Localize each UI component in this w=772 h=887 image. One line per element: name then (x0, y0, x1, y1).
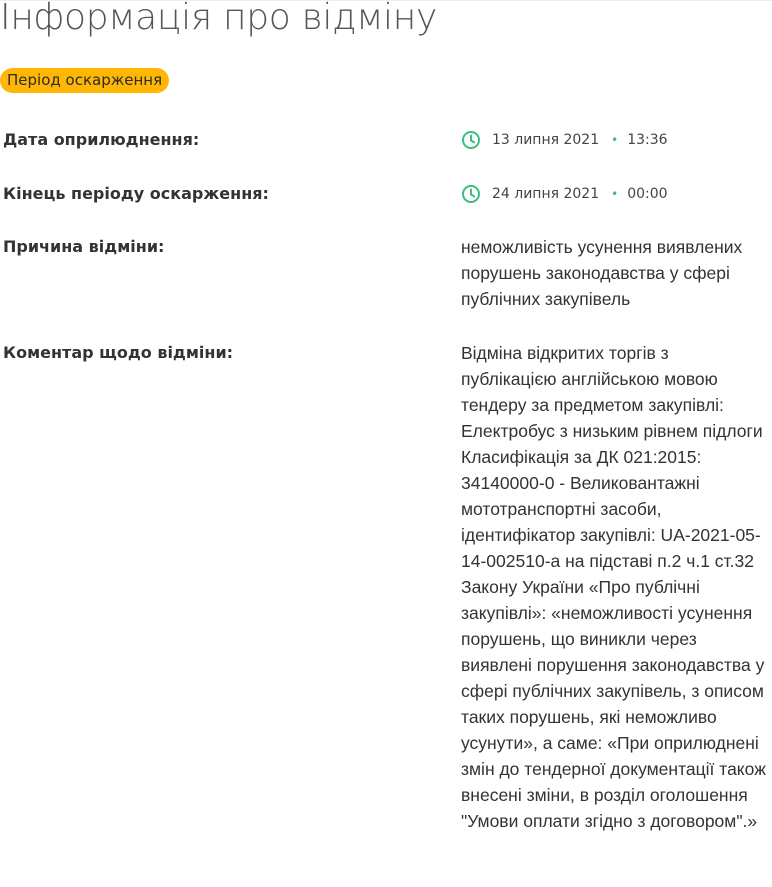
date-time-separator: • (611, 187, 619, 201)
cancellation-reason-value: неможливість усунення виявлених порушень… (461, 237, 743, 309)
page-title: Інформація про відміну (0, 0, 438, 38)
clock-icon (461, 184, 481, 204)
complaint-end-date: 24 липня 2021 (492, 186, 600, 202)
cancellation-comment-label: Коментар щодо відміни: (3, 343, 234, 362)
published-date: 13 липня 2021 (492, 132, 600, 148)
published-time: 13:36 (627, 132, 668, 148)
published-date-value: 13 липня 2021 • 13:36 (461, 129, 668, 151)
complaint-end-value: 24 липня 2021 • 00:00 (461, 183, 668, 205)
status-badge: Період оскарження (0, 68, 170, 93)
cancellation-reason-label: Причина відміни: (3, 237, 165, 256)
date-time-separator: • (611, 133, 619, 147)
published-date-label: Дата оприлюднення: (3, 130, 200, 149)
complaint-end-label: Кінець періоду оскарження: (3, 184, 269, 203)
complaint-end-time: 00:00 (627, 186, 668, 202)
clock-icon (461, 130, 481, 150)
cancellation-comment-value: Відміна відкритих торгів з публікацією а… (461, 343, 766, 831)
